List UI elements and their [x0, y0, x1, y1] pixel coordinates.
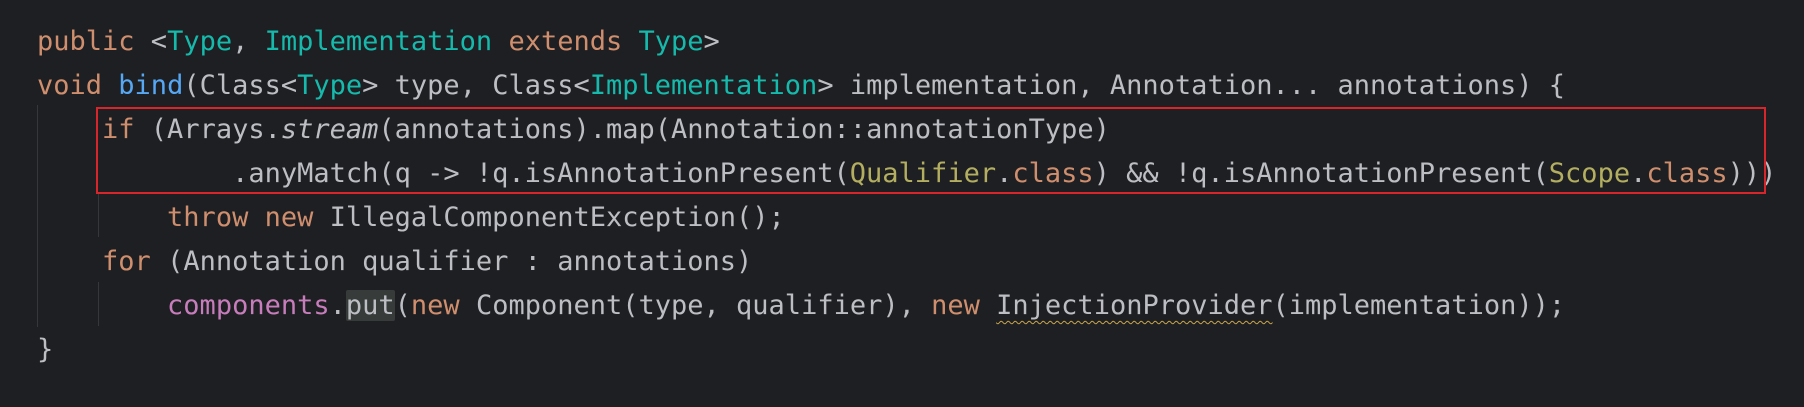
code-token: (Class<	[183, 70, 298, 101]
code-token: components	[167, 290, 330, 321]
code-token: bind	[118, 70, 184, 101]
code-line-8[interactable]: }	[37, 328, 53, 372]
code-token: new	[931, 290, 980, 321]
code-token: IllegalComponentException();	[313, 202, 785, 233]
code-token: for	[102, 246, 151, 277]
code-line-7[interactable]: components.put(new Component(type, quali…	[37, 284, 1565, 328]
code-token: .	[329, 290, 346, 321]
code-token: new	[410, 290, 460, 321]
code-token: <	[134, 26, 168, 57]
code-token: (implementation));	[1272, 290, 1566, 321]
code-line-5[interactable]: throw new IllegalComponentException();	[37, 196, 785, 240]
code-line-1[interactable]: public <Type, Implementation extends Typ…	[37, 20, 720, 64]
code-token: }	[37, 334, 54, 365]
code-token: (Annotation qualifier : annotations)	[150, 246, 753, 277]
code-token: public	[37, 26, 135, 57]
code-token: Implementation	[589, 70, 818, 101]
code-token: new	[264, 202, 314, 233]
code-token: Implementation	[264, 26, 493, 57]
code-token: Type	[297, 70, 363, 101]
code-line-6[interactable]: for (Annotation qualifier : annotations)	[37, 240, 752, 284]
code-token: Type	[638, 26, 704, 57]
code-token: throw	[167, 202, 249, 233]
code-token: put	[345, 290, 395, 321]
code-token: >	[703, 26, 720, 57]
code-token: Component(type, qualifier),	[459, 290, 932, 321]
code-token: Type	[167, 26, 233, 57]
code-token: (	[394, 290, 411, 321]
code-token: extends	[508, 26, 623, 57]
code-token: ,	[232, 26, 265, 57]
code-editor[interactable]: public <Type, Implementation extends Typ…	[0, 0, 1804, 407]
code-token: > type, Class<	[362, 70, 590, 101]
highlight-annotation-box	[96, 107, 1766, 194]
code-token: InjectionProvider	[996, 290, 1273, 321]
code-line-2[interactable]: void bind(Class<Type> type, Class<Implem…	[37, 64, 1565, 108]
code-token: void	[37, 70, 103, 101]
code-token: > implementation, Annotation... annotati…	[817, 70, 1566, 101]
